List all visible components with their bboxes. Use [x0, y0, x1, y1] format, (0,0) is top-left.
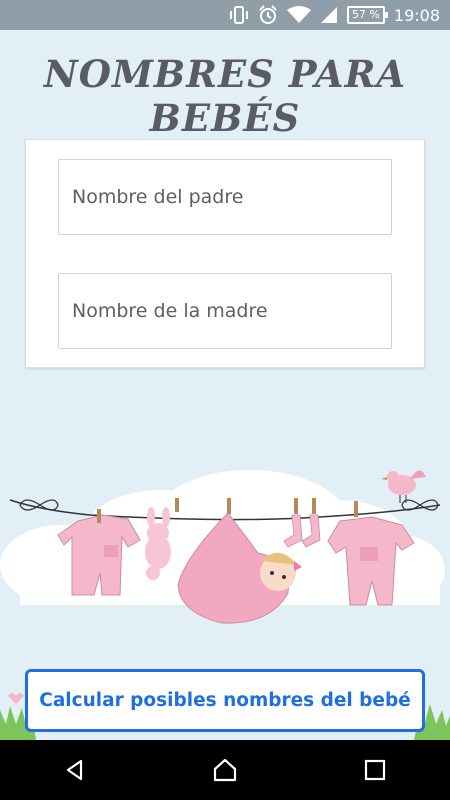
status-bar: 57 % 19:08: [0, 0, 450, 30]
names-form-card: [25, 139, 425, 368]
home-icon[interactable]: [195, 740, 255, 800]
alarm-icon: [258, 5, 278, 25]
page-title: NOMBRES PARA BEBÉS: [43, 52, 407, 140]
heart-icon: [8, 693, 24, 704]
clock-time: 19:08: [393, 5, 440, 25]
battery-indicator: 57 %: [346, 6, 388, 24]
recents-icon[interactable]: [345, 740, 405, 800]
bird-icon: [381, 470, 426, 503]
signal-icon: [320, 6, 338, 24]
navigation-bar: [0, 740, 450, 800]
wifi-icon: [286, 6, 311, 24]
back-icon[interactable]: [45, 740, 105, 800]
mother-name-input[interactable]: [58, 273, 392, 349]
baby-clothesline-illustration: [0, 470, 445, 624]
calculate-names-button[interactable]: Calcular posibles nombres del bebé: [25, 669, 425, 732]
father-name-input[interactable]: [58, 159, 392, 235]
vibrate-icon: [229, 6, 249, 24]
